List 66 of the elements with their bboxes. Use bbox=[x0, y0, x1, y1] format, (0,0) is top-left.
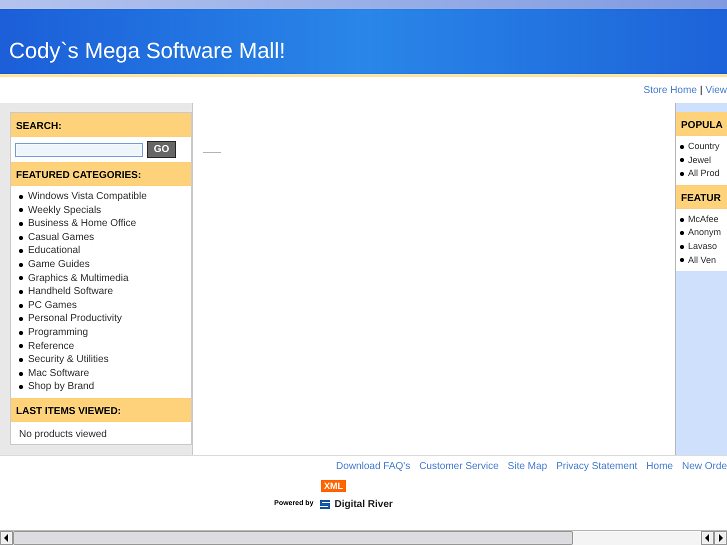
footer-link[interactable]: Home bbox=[646, 459, 673, 474]
section-heading: SEARCH: bbox=[11, 113, 191, 137]
search-field[interactable] bbox=[15, 142, 143, 156]
category-link[interactable]: Reference bbox=[28, 340, 74, 354]
category-link[interactable]: Programming bbox=[28, 326, 88, 340]
scrollbar-thumb[interactable] bbox=[13, 531, 573, 545]
category-link[interactable]: PC Games bbox=[28, 298, 77, 312]
bullet-icon bbox=[19, 290, 23, 294]
footer-link[interactable]: Site Map bbox=[508, 459, 548, 474]
section-heading: FEATUR bbox=[676, 184, 727, 209]
bullet-icon bbox=[680, 231, 684, 236]
nav-link[interactable]: Store Home bbox=[644, 82, 697, 98]
footer-link[interactable]: Download FAQ's bbox=[336, 459, 410, 474]
bullet-icon bbox=[19, 372, 23, 376]
category-link[interactable]: Business & Home Office bbox=[28, 217, 136, 231]
category-link[interactable]: Casual Games bbox=[28, 230, 94, 244]
section-heading: POPULA bbox=[676, 112, 727, 136]
bullet-icon bbox=[680, 172, 684, 176]
logo-icon bbox=[319, 499, 332, 510]
category-link[interactable]: Security & Utilities bbox=[28, 353, 109, 367]
bullet-icon bbox=[19, 194, 23, 199]
bullet-icon bbox=[19, 249, 23, 254]
bullet-icon bbox=[19, 344, 23, 348]
nav-link[interactable]: View bbox=[706, 82, 727, 98]
category-link[interactable]: Educational bbox=[28, 244, 80, 258]
bullet-icon bbox=[680, 244, 684, 249]
category-link[interactable]: Game Guides bbox=[28, 258, 90, 272]
store-title: Cody`s Mega Software Mall! bbox=[9, 40, 286, 62]
category-link[interactable]: Personal Productivity bbox=[28, 312, 122, 326]
bullet-icon bbox=[19, 330, 23, 335]
category-link[interactable]: McAfee bbox=[688, 212, 719, 226]
bullet-icon bbox=[680, 158, 684, 162]
category-link[interactable]: Mac Software bbox=[28, 366, 90, 380]
separator: | bbox=[700, 84, 702, 98]
section-heading: FEATURED CATEGORIES: bbox=[11, 162, 191, 186]
bullet-icon bbox=[19, 358, 23, 362]
footer-link[interactable]: Customer Service bbox=[419, 459, 499, 474]
bullet-icon bbox=[19, 276, 23, 280]
bullet-icon bbox=[19, 262, 23, 267]
bullet-icon bbox=[19, 317, 23, 322]
footer-link[interactable]: New Orde bbox=[682, 459, 727, 474]
category-link[interactable]: All Prod bbox=[688, 167, 720, 181]
category-link[interactable]: Shop by Brand bbox=[28, 380, 94, 394]
bullet-icon bbox=[19, 208, 23, 212]
section-heading: LAST ITEMS VIEWED: bbox=[11, 398, 191, 422]
category-link[interactable]: Anonym bbox=[688, 226, 722, 240]
category-link[interactable]: Lavaso bbox=[688, 240, 718, 254]
empty-message: No products viewed bbox=[18, 428, 108, 442]
category-link[interactable]: All Ven bbox=[688, 254, 716, 268]
bullet-icon bbox=[680, 144, 684, 149]
bullet-icon bbox=[680, 258, 684, 262]
footer-link[interactable]: Privacy Statement bbox=[556, 459, 638, 474]
category-link[interactable]: Graphics & Multimedia bbox=[28, 272, 129, 286]
bullet-icon bbox=[19, 236, 23, 240]
category-link[interactable]: Handheld Software bbox=[28, 285, 114, 299]
category-link[interactable]: Country bbox=[688, 140, 720, 154]
horizontal-scrollbar[interactable] bbox=[0, 530, 727, 545]
bullet-icon bbox=[19, 385, 23, 390]
category-link[interactable]: Windows Vista Compatible bbox=[28, 190, 147, 204]
bullet-icon bbox=[19, 304, 23, 308]
bullet-icon bbox=[680, 218, 684, 222]
category-link[interactable]: Jewel bbox=[688, 154, 712, 168]
bullet-icon bbox=[19, 222, 23, 226]
go-button[interactable]: GO bbox=[147, 141, 176, 158]
brand-name: Digital River bbox=[334, 498, 393, 512]
category-link[interactable]: Weekly Specials bbox=[28, 204, 102, 218]
